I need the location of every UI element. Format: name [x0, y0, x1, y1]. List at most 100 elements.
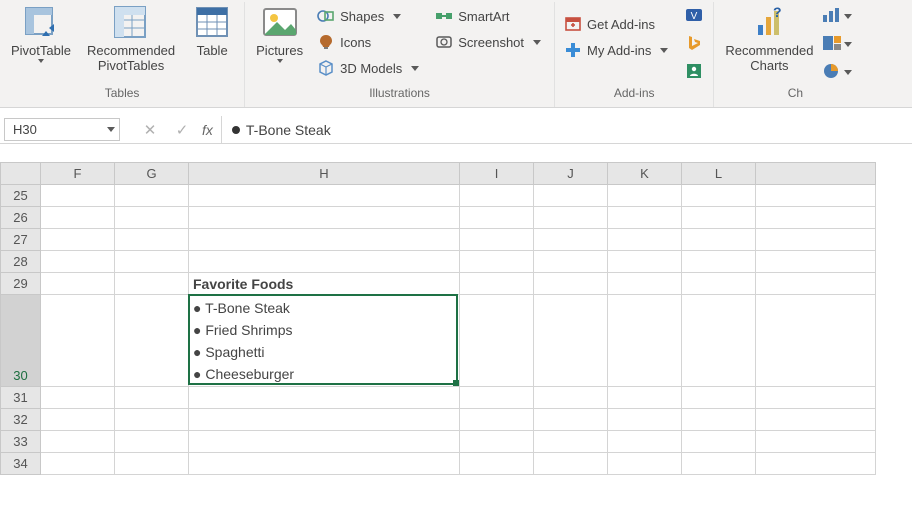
- cell[interactable]: [608, 207, 682, 229]
- cell[interactable]: [682, 387, 756, 409]
- cell[interactable]: [115, 431, 189, 453]
- cell[interactable]: [608, 295, 682, 387]
- cell[interactable]: [608, 229, 682, 251]
- row-header[interactable]: 27: [1, 229, 41, 251]
- cell[interactable]: [115, 453, 189, 475]
- col-header-G[interactable]: G: [115, 163, 189, 185]
- cell[interactable]: [756, 431, 876, 453]
- cell[interactable]: [41, 229, 115, 251]
- cell[interactable]: [460, 273, 534, 295]
- visio-addin-button[interactable]: V: [681, 4, 707, 28]
- row-header[interactable]: 34: [1, 453, 41, 475]
- cell[interactable]: [460, 295, 534, 387]
- cell[interactable]: [460, 387, 534, 409]
- cell[interactable]: [534, 251, 608, 273]
- cell[interactable]: [608, 273, 682, 295]
- row-header[interactable]: 30: [1, 295, 41, 387]
- cell[interactable]: [682, 295, 756, 387]
- col-header-F[interactable]: F: [41, 163, 115, 185]
- cell-H30[interactable]: ● T-Bone Steak ● Fried Shrimps ● Spaghet…: [189, 295, 460, 387]
- cell[interactable]: [460, 229, 534, 251]
- cell[interactable]: [189, 409, 460, 431]
- cell[interactable]: [682, 185, 756, 207]
- cell[interactable]: [189, 185, 460, 207]
- cell-H29[interactable]: Favorite Foods: [189, 273, 460, 295]
- cell[interactable]: [460, 453, 534, 475]
- cell[interactable]: [115, 251, 189, 273]
- table-button[interactable]: Table: [186, 2, 238, 84]
- pivottable-button[interactable]: PivotTable: [6, 2, 76, 84]
- people-addin-button[interactable]: [681, 60, 707, 84]
- smartart-button[interactable]: SmartArt: [432, 4, 548, 28]
- cell[interactable]: [534, 409, 608, 431]
- hierarchy-chart-button[interactable]: [824, 32, 850, 56]
- column-chart-button[interactable]: [824, 4, 850, 28]
- screenshot-button[interactable]: Screenshot: [432, 30, 548, 54]
- cell[interactable]: [534, 295, 608, 387]
- cell[interactable]: [756, 295, 876, 387]
- cell[interactable]: [682, 453, 756, 475]
- cell[interactable]: [115, 207, 189, 229]
- col-header-J[interactable]: J: [534, 163, 608, 185]
- col-header-H[interactable]: H: [189, 163, 460, 185]
- cell[interactable]: [189, 251, 460, 273]
- col-header-L[interactable]: L: [682, 163, 756, 185]
- cell[interactable]: [189, 387, 460, 409]
- col-header-blank[interactable]: [756, 163, 876, 185]
- cell[interactable]: [115, 229, 189, 251]
- cell[interactable]: [682, 207, 756, 229]
- row-header[interactable]: 33: [1, 431, 41, 453]
- row-header[interactable]: 31: [1, 387, 41, 409]
- cell[interactable]: [41, 409, 115, 431]
- cell[interactable]: [534, 387, 608, 409]
- cell[interactable]: [115, 273, 189, 295]
- pie-chart-button[interactable]: [824, 60, 850, 84]
- cell[interactable]: [189, 453, 460, 475]
- row-header[interactable]: 26: [1, 207, 41, 229]
- cell[interactable]: [682, 273, 756, 295]
- cell[interactable]: [534, 185, 608, 207]
- cell[interactable]: [756, 229, 876, 251]
- name-box[interactable]: H30: [4, 118, 120, 141]
- cell[interactable]: [534, 453, 608, 475]
- row-header[interactable]: 32: [1, 409, 41, 431]
- cell[interactable]: [115, 387, 189, 409]
- cell[interactable]: [608, 431, 682, 453]
- icons-button[interactable]: Icons: [314, 30, 426, 54]
- cell[interactable]: [756, 409, 876, 431]
- cancel-formula-button[interactable]: ✕: [134, 117, 166, 143]
- cell[interactable]: [608, 409, 682, 431]
- cell[interactable]: [41, 431, 115, 453]
- select-all-corner[interactable]: [1, 163, 41, 185]
- cell[interactable]: [189, 229, 460, 251]
- recommended-charts-button[interactable]: ? Recommended Charts: [720, 2, 818, 84]
- col-header-I[interactable]: I: [460, 163, 534, 185]
- cell[interactable]: [534, 207, 608, 229]
- formula-input[interactable]: T-Bone Steak: [221, 116, 912, 143]
- cell[interactable]: [756, 207, 876, 229]
- cell[interactable]: [41, 295, 115, 387]
- bing-addin-button[interactable]: [681, 32, 707, 56]
- cell[interactable]: [460, 251, 534, 273]
- cell[interactable]: [189, 207, 460, 229]
- cell[interactable]: [460, 409, 534, 431]
- row-header[interactable]: 28: [1, 251, 41, 273]
- cell[interactable]: [682, 251, 756, 273]
- worksheet[interactable]: F G H I J K L 25 26 27 28 29Favorite Foo…: [0, 162, 912, 475]
- recommended-pivottables-button[interactable]: Recommended PivotTables: [82, 2, 180, 84]
- cell[interactable]: [682, 229, 756, 251]
- cell[interactable]: [41, 185, 115, 207]
- cell[interactable]: [756, 273, 876, 295]
- get-addins-button[interactable]: Get Add-ins: [561, 12, 675, 36]
- cell[interactable]: [189, 431, 460, 453]
- cell[interactable]: [41, 251, 115, 273]
- cell[interactable]: [115, 185, 189, 207]
- row-header[interactable]: 25: [1, 185, 41, 207]
- cell[interactable]: [608, 185, 682, 207]
- pictures-button[interactable]: Pictures: [251, 2, 308, 84]
- cell[interactable]: [608, 387, 682, 409]
- cell[interactable]: [534, 229, 608, 251]
- cell[interactable]: [460, 185, 534, 207]
- cell[interactable]: [41, 273, 115, 295]
- row-header[interactable]: 29: [1, 273, 41, 295]
